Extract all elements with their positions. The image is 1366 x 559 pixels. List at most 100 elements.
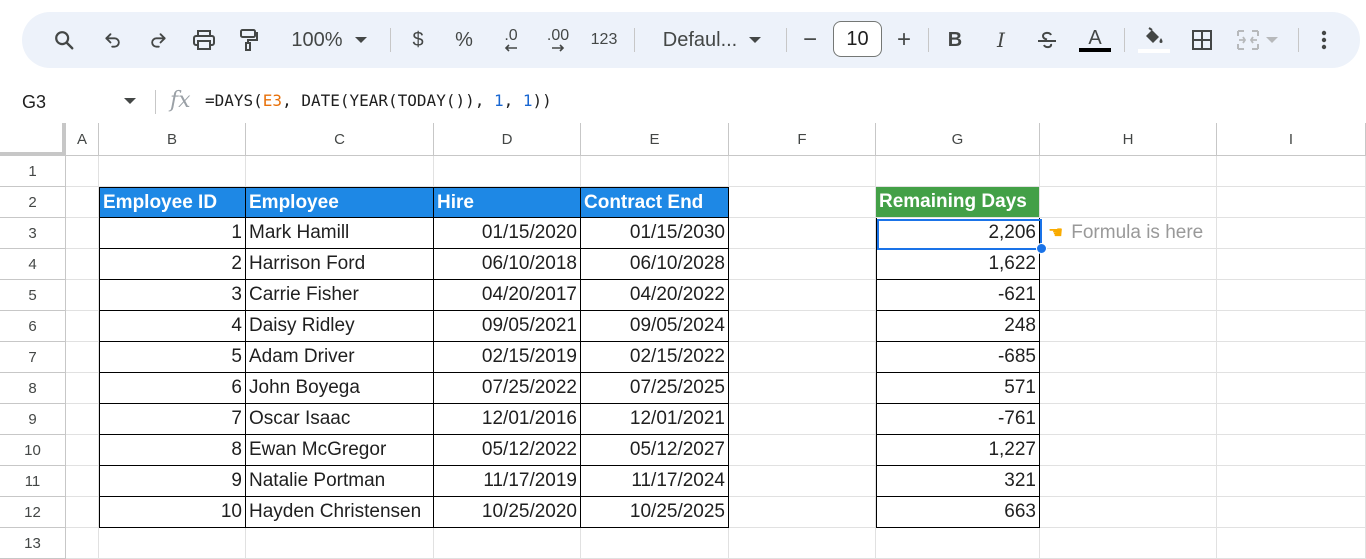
cell-e13[interactable] — [581, 528, 729, 559]
cell-a8[interactable] — [66, 373, 99, 404]
paint-format-icon[interactable] — [235, 12, 261, 68]
decrease-font-size-button[interactable]: − — [798, 12, 822, 68]
undo-icon[interactable] — [100, 12, 126, 68]
cell-g1[interactable] — [876, 156, 1040, 187]
cell-h12[interactable] — [1040, 497, 1217, 528]
chevron-down-icon[interactable] — [124, 98, 136, 104]
cell-h6[interactable] — [1040, 311, 1217, 342]
column-header-a[interactable]: A — [66, 123, 99, 156]
remaining-days-cell[interactable]: 2,206 — [876, 218, 1040, 249]
text-color-button[interactable]: A — [1078, 12, 1112, 68]
table-cell[interactable]: 07/25/2025 — [581, 373, 729, 404]
increase-decimal-button[interactable]: .00 — [542, 12, 574, 68]
table-cell[interactable]: 07/25/2022 — [434, 373, 581, 404]
cell-h11[interactable] — [1040, 466, 1217, 497]
cell-h1[interactable] — [1040, 156, 1217, 187]
table-cell[interactable]: 1 — [99, 218, 246, 249]
table-cell[interactable]: Harrison Ford — [246, 249, 434, 280]
fill-color-icon[interactable] — [1136, 12, 1172, 68]
table-cell[interactable]: Natalie Portman — [246, 466, 434, 497]
cell-i4[interactable] — [1217, 249, 1366, 280]
table-cell[interactable]: 12/01/2021 — [581, 404, 729, 435]
cell-f10[interactable] — [729, 435, 876, 466]
table-header-cell[interactable]: Employee — [246, 187, 434, 218]
search-icon[interactable] — [50, 12, 78, 68]
table-cell[interactable]: 02/15/2019 — [434, 342, 581, 373]
cell-i2[interactable] — [1217, 187, 1366, 218]
merge-cells-icon[interactable] — [1232, 12, 1282, 68]
name-box[interactable]: G3 — [22, 82, 46, 122]
table-cell[interactable]: 04/20/2022 — [581, 280, 729, 311]
cell-i1[interactable] — [1217, 156, 1366, 187]
table-cell[interactable]: 12/01/2016 — [434, 404, 581, 435]
column-header-e[interactable]: E — [581, 123, 729, 156]
cell-i11[interactable] — [1217, 466, 1366, 497]
row-header-1[interactable]: 1 — [0, 156, 66, 187]
cell-f8[interactable] — [729, 373, 876, 404]
cell-a9[interactable] — [66, 404, 99, 435]
table-cell[interactable]: 10/25/2020 — [434, 497, 581, 528]
cell-i9[interactable] — [1217, 404, 1366, 435]
table-cell[interactable]: 05/12/2027 — [581, 435, 729, 466]
row-header-6[interactable]: 6 — [0, 311, 66, 342]
table-cell[interactable]: 7 — [99, 404, 246, 435]
cell-i5[interactable] — [1217, 280, 1366, 311]
remaining-days-cell[interactable]: 571 — [876, 373, 1040, 404]
cell-i7[interactable] — [1217, 342, 1366, 373]
remaining-days-cell[interactable]: -761 — [876, 404, 1040, 435]
row-header-12[interactable]: 12 — [0, 497, 66, 528]
select-all-corner[interactable] — [0, 123, 66, 156]
cell-i13[interactable] — [1217, 528, 1366, 559]
table-cell[interactable]: 06/10/2028 — [581, 249, 729, 280]
table-cell[interactable]: 01/15/2030 — [581, 218, 729, 249]
table-cell[interactable]: 2 — [99, 249, 246, 280]
cell-a5[interactable] — [66, 280, 99, 311]
format-currency-button[interactable]: $ — [406, 12, 430, 68]
cell-b13[interactable] — [99, 528, 246, 559]
table-cell[interactable]: 04/20/2017 — [434, 280, 581, 311]
table-cell[interactable]: 01/15/2020 — [434, 218, 581, 249]
cell-f13[interactable] — [729, 528, 876, 559]
table-cell[interactable]: 05/12/2022 — [434, 435, 581, 466]
cell-f5[interactable] — [729, 280, 876, 311]
remaining-days-cell[interactable]: 248 — [876, 311, 1040, 342]
cell-f6[interactable] — [729, 311, 876, 342]
increase-font-size-button[interactable]: + — [892, 12, 916, 68]
cell-i6[interactable] — [1217, 311, 1366, 342]
column-header-c[interactable]: C — [246, 123, 434, 156]
table-cell[interactable]: 02/15/2022 — [581, 342, 729, 373]
cell-h2[interactable] — [1040, 187, 1217, 218]
cell-f4[interactable] — [729, 249, 876, 280]
cell-c13[interactable] — [246, 528, 434, 559]
cell-b1[interactable] — [99, 156, 246, 187]
print-icon[interactable] — [190, 12, 218, 68]
row-header-13[interactable]: 13 — [0, 528, 66, 559]
decrease-decimal-button[interactable]: .0 — [496, 12, 526, 68]
cell-f3[interactable] — [729, 218, 876, 249]
redo-icon[interactable] — [145, 12, 171, 68]
remaining-days-cell[interactable]: 1,227 — [876, 435, 1040, 466]
table-cell[interactable]: Adam Driver — [246, 342, 434, 373]
remaining-days-cell[interactable]: -685 — [876, 342, 1040, 373]
table-cell[interactable]: 8 — [99, 435, 246, 466]
table-cell[interactable]: 9 — [99, 466, 246, 497]
font-size-input[interactable]: 10 — [833, 21, 882, 57]
cell-f1[interactable] — [729, 156, 876, 187]
table-cell[interactable]: 06/10/2018 — [434, 249, 581, 280]
table-cell[interactable]: 5 — [99, 342, 246, 373]
cell-h7[interactable] — [1040, 342, 1217, 373]
cell-h13[interactable] — [1040, 528, 1217, 559]
cell-h4[interactable] — [1040, 249, 1217, 280]
column-header-d[interactable]: D — [434, 123, 581, 156]
table-cell[interactable]: Carrie Fisher — [246, 280, 434, 311]
row-header-7[interactable]: 7 — [0, 342, 66, 373]
cell-d1[interactable] — [434, 156, 581, 187]
cell-a2[interactable] — [66, 187, 99, 218]
borders-icon[interactable] — [1188, 12, 1216, 68]
table-cell[interactable]: Ewan McGregor — [246, 435, 434, 466]
cell-a4[interactable] — [66, 249, 99, 280]
format-percent-button[interactable]: % — [452, 12, 476, 68]
table-cell[interactable]: Daisy Ridley — [246, 311, 434, 342]
cell-e1[interactable] — [581, 156, 729, 187]
row-header-10[interactable]: 10 — [0, 435, 66, 466]
